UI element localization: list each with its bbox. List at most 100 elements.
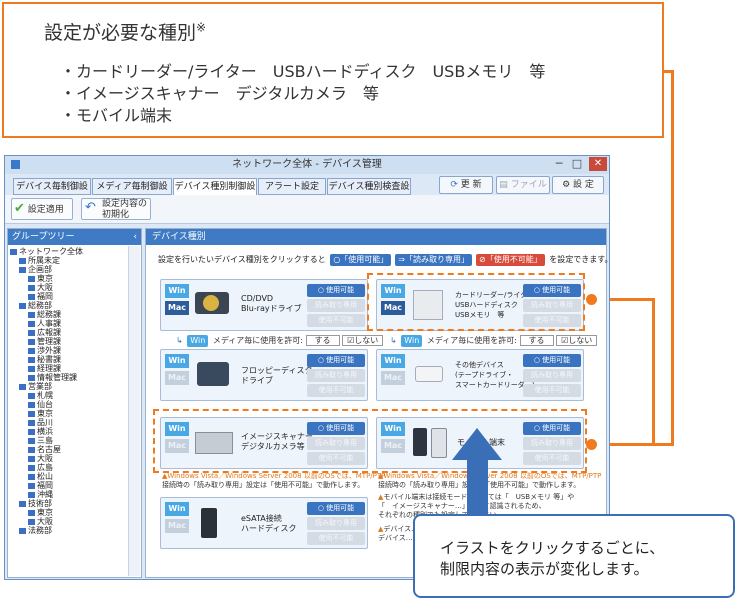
- card-esata[interactable]: Win Mac eSATA接続 ハードディスク ○ 使用可能 読み取り専用 使用…: [160, 497, 368, 549]
- tree-item-label: 福岡: [37, 481, 53, 490]
- tree-item[interactable]: 法務部: [10, 526, 128, 535]
- tree-item[interactable]: 福岡: [10, 481, 128, 490]
- tree-item[interactable]: 三島: [10, 436, 128, 445]
- tree-item[interactable]: 品川: [10, 418, 128, 427]
- status-allow[interactable]: ○ 使用可能: [307, 284, 365, 297]
- file-button[interactable]: ▤ ファイル: [496, 176, 550, 194]
- hint-callout-text: イラストをクリックするごとに、 制限内容の表示が変化します。: [440, 539, 665, 578]
- tree-item[interactable]: 所属未定: [10, 256, 128, 265]
- tree-item[interactable]: 企画部: [10, 265, 128, 274]
- group-member-icon: [28, 482, 35, 489]
- update-label: 更 新: [460, 180, 482, 190]
- status-readonly[interactable]: 読み取り専用: [307, 299, 365, 312]
- tree-item[interactable]: 札幌: [10, 391, 128, 400]
- status-allow[interactable]: ○ 使用可能: [307, 502, 365, 515]
- hard-disk-icon: [201, 508, 217, 538]
- tree-item[interactable]: 経理課: [10, 364, 128, 373]
- tree-item[interactable]: 広島: [10, 463, 128, 472]
- tree-item[interactable]: 人事課: [10, 319, 128, 328]
- tree-item-label: 総務部: [28, 301, 52, 310]
- collapse-icon[interactable]: ‹: [133, 229, 137, 245]
- tree-item[interactable]: 沖縄: [10, 490, 128, 499]
- close-button[interactable]: ✕: [589, 157, 607, 171]
- update-button[interactable]: ⟳ 更 新: [439, 176, 493, 194]
- tree-item[interactable]: 名古屋: [10, 445, 128, 454]
- group-member-icon: [28, 455, 35, 462]
- status-readonly[interactable]: 読み取り専用: [307, 517, 365, 530]
- media-allow-yes[interactable]: する: [305, 335, 340, 346]
- group-member-icon: [28, 518, 35, 525]
- tab-device-type-inspection[interactable]: デバイス種別検査設定: [327, 178, 411, 209]
- tree-scrollbar[interactable]: [128, 246, 140, 576]
- media-allow-yes[interactable]: する: [519, 335, 554, 346]
- status-readonly[interactable]: 読み取り専用: [307, 369, 365, 382]
- tree-item[interactable]: 東京: [10, 274, 128, 283]
- tree-item[interactable]: 大阪: [10, 517, 128, 526]
- tree-item[interactable]: 広報課: [10, 328, 128, 337]
- tree-item[interactable]: 大阪: [10, 454, 128, 463]
- tree-item[interactable]: 管理課: [10, 337, 128, 346]
- tree-item[interactable]: 総務課: [10, 310, 128, 319]
- card-other-devices[interactable]: Win Mac その他デバイス (テープドライブ・ スマートカードリーダー) ○…: [376, 349, 584, 401]
- group-folder-icon: [19, 500, 26, 507]
- tree-item-label: 名古屋: [37, 445, 61, 454]
- tree-item[interactable]: ネットワーク全体: [10, 247, 128, 256]
- maximize-button[interactable]: □: [571, 158, 583, 170]
- tree-item[interactable]: 松山: [10, 472, 128, 481]
- tree-item-label: 大阪: [37, 454, 53, 463]
- status-allow[interactable]: ○ 使用可能: [523, 354, 581, 367]
- tree-item[interactable]: 横浜: [10, 427, 128, 436]
- card-cd-dvd[interactable]: Win Mac CD/DVD Blu-rayドライブ ○ 使用可能 読み取り専用…: [160, 279, 368, 331]
- media-allow-no[interactable]: ☑しない: [342, 335, 384, 346]
- card-floppy[interactable]: Win Mac フロッピーディスク ドライブ ○ 使用可能 読み取り専用 使用不…: [160, 349, 368, 401]
- tab-media-control[interactable]: メディア毎制御設定: [92, 178, 172, 209]
- tree-item-label: 仙台: [37, 400, 53, 409]
- tree-item[interactable]: 渉外課: [10, 346, 128, 355]
- settings-button[interactable]: ⚙ 設 定: [552, 176, 604, 194]
- mac-badge: Mac: [165, 301, 189, 315]
- tree-item-label: 大阪: [37, 517, 53, 526]
- tree-item-label: 横浜: [37, 427, 53, 436]
- tree-item[interactable]: 情報管理課: [10, 373, 128, 382]
- group-member-icon: [28, 437, 35, 444]
- tree-item-label: 企画部: [28, 265, 52, 274]
- group-member-icon: [28, 347, 35, 354]
- group-member-icon: [28, 473, 35, 480]
- connector-dot: [586, 294, 597, 305]
- tree-item[interactable]: 東京: [10, 508, 128, 517]
- settings-label: 設 定: [573, 180, 594, 190]
- tree-item-label: 秘書課: [37, 355, 61, 364]
- tree-item[interactable]: 福岡: [10, 292, 128, 301]
- tab-device-control[interactable]: デバイス毎制御設定: [13, 178, 91, 209]
- tree-item[interactable]: 仙台: [10, 400, 128, 409]
- status-deny[interactable]: 使用不可能: [523, 384, 581, 397]
- tab-alert-settings[interactable]: アラート設定: [258, 178, 326, 195]
- tree-item[interactable]: 営業部: [10, 382, 128, 391]
- status-allow[interactable]: ○ 使用可能: [307, 354, 365, 367]
- tree-item-label: 経理課: [37, 364, 61, 373]
- apply-settings-button[interactable]: ✔ 設定適用: [11, 198, 73, 220]
- tree-item-label: 広報課: [37, 328, 61, 337]
- device-name: フロッピーディスク ドライブ: [241, 366, 313, 385]
- win-badge: Win: [401, 335, 423, 347]
- media-allow-no[interactable]: ☑しない: [556, 335, 598, 346]
- tree-item[interactable]: 技術部: [10, 499, 128, 508]
- status-deny[interactable]: 使用不可能: [307, 532, 365, 545]
- status-deny[interactable]: 使用不可能: [307, 314, 365, 327]
- status-deny[interactable]: 使用不可能: [307, 384, 365, 397]
- tree-item-label: 技術部: [28, 499, 52, 508]
- app-icon: [11, 160, 20, 169]
- tree-item[interactable]: 総務部: [10, 301, 128, 310]
- tree-item[interactable]: 秘書課: [10, 355, 128, 364]
- minimize-button[interactable]: ─: [553, 158, 565, 170]
- reset-settings-button[interactable]: ↶ 設定内容の 初期化: [81, 198, 151, 220]
- tree-item[interactable]: 大阪: [10, 283, 128, 292]
- callout-line: ・イメージスキャナー デジタルカメラ 等: [60, 84, 379, 103]
- status-readonly[interactable]: 読み取り専用: [523, 369, 581, 382]
- tree-item-label: 渉外課: [37, 346, 61, 355]
- media-label: メディア毎に使用を許可:: [426, 336, 517, 345]
- group-member-icon: [28, 293, 35, 300]
- group-tree-header: グループツリー ‹: [8, 229, 141, 245]
- tree-item[interactable]: 東京: [10, 409, 128, 418]
- group-folder-icon: [19, 266, 26, 273]
